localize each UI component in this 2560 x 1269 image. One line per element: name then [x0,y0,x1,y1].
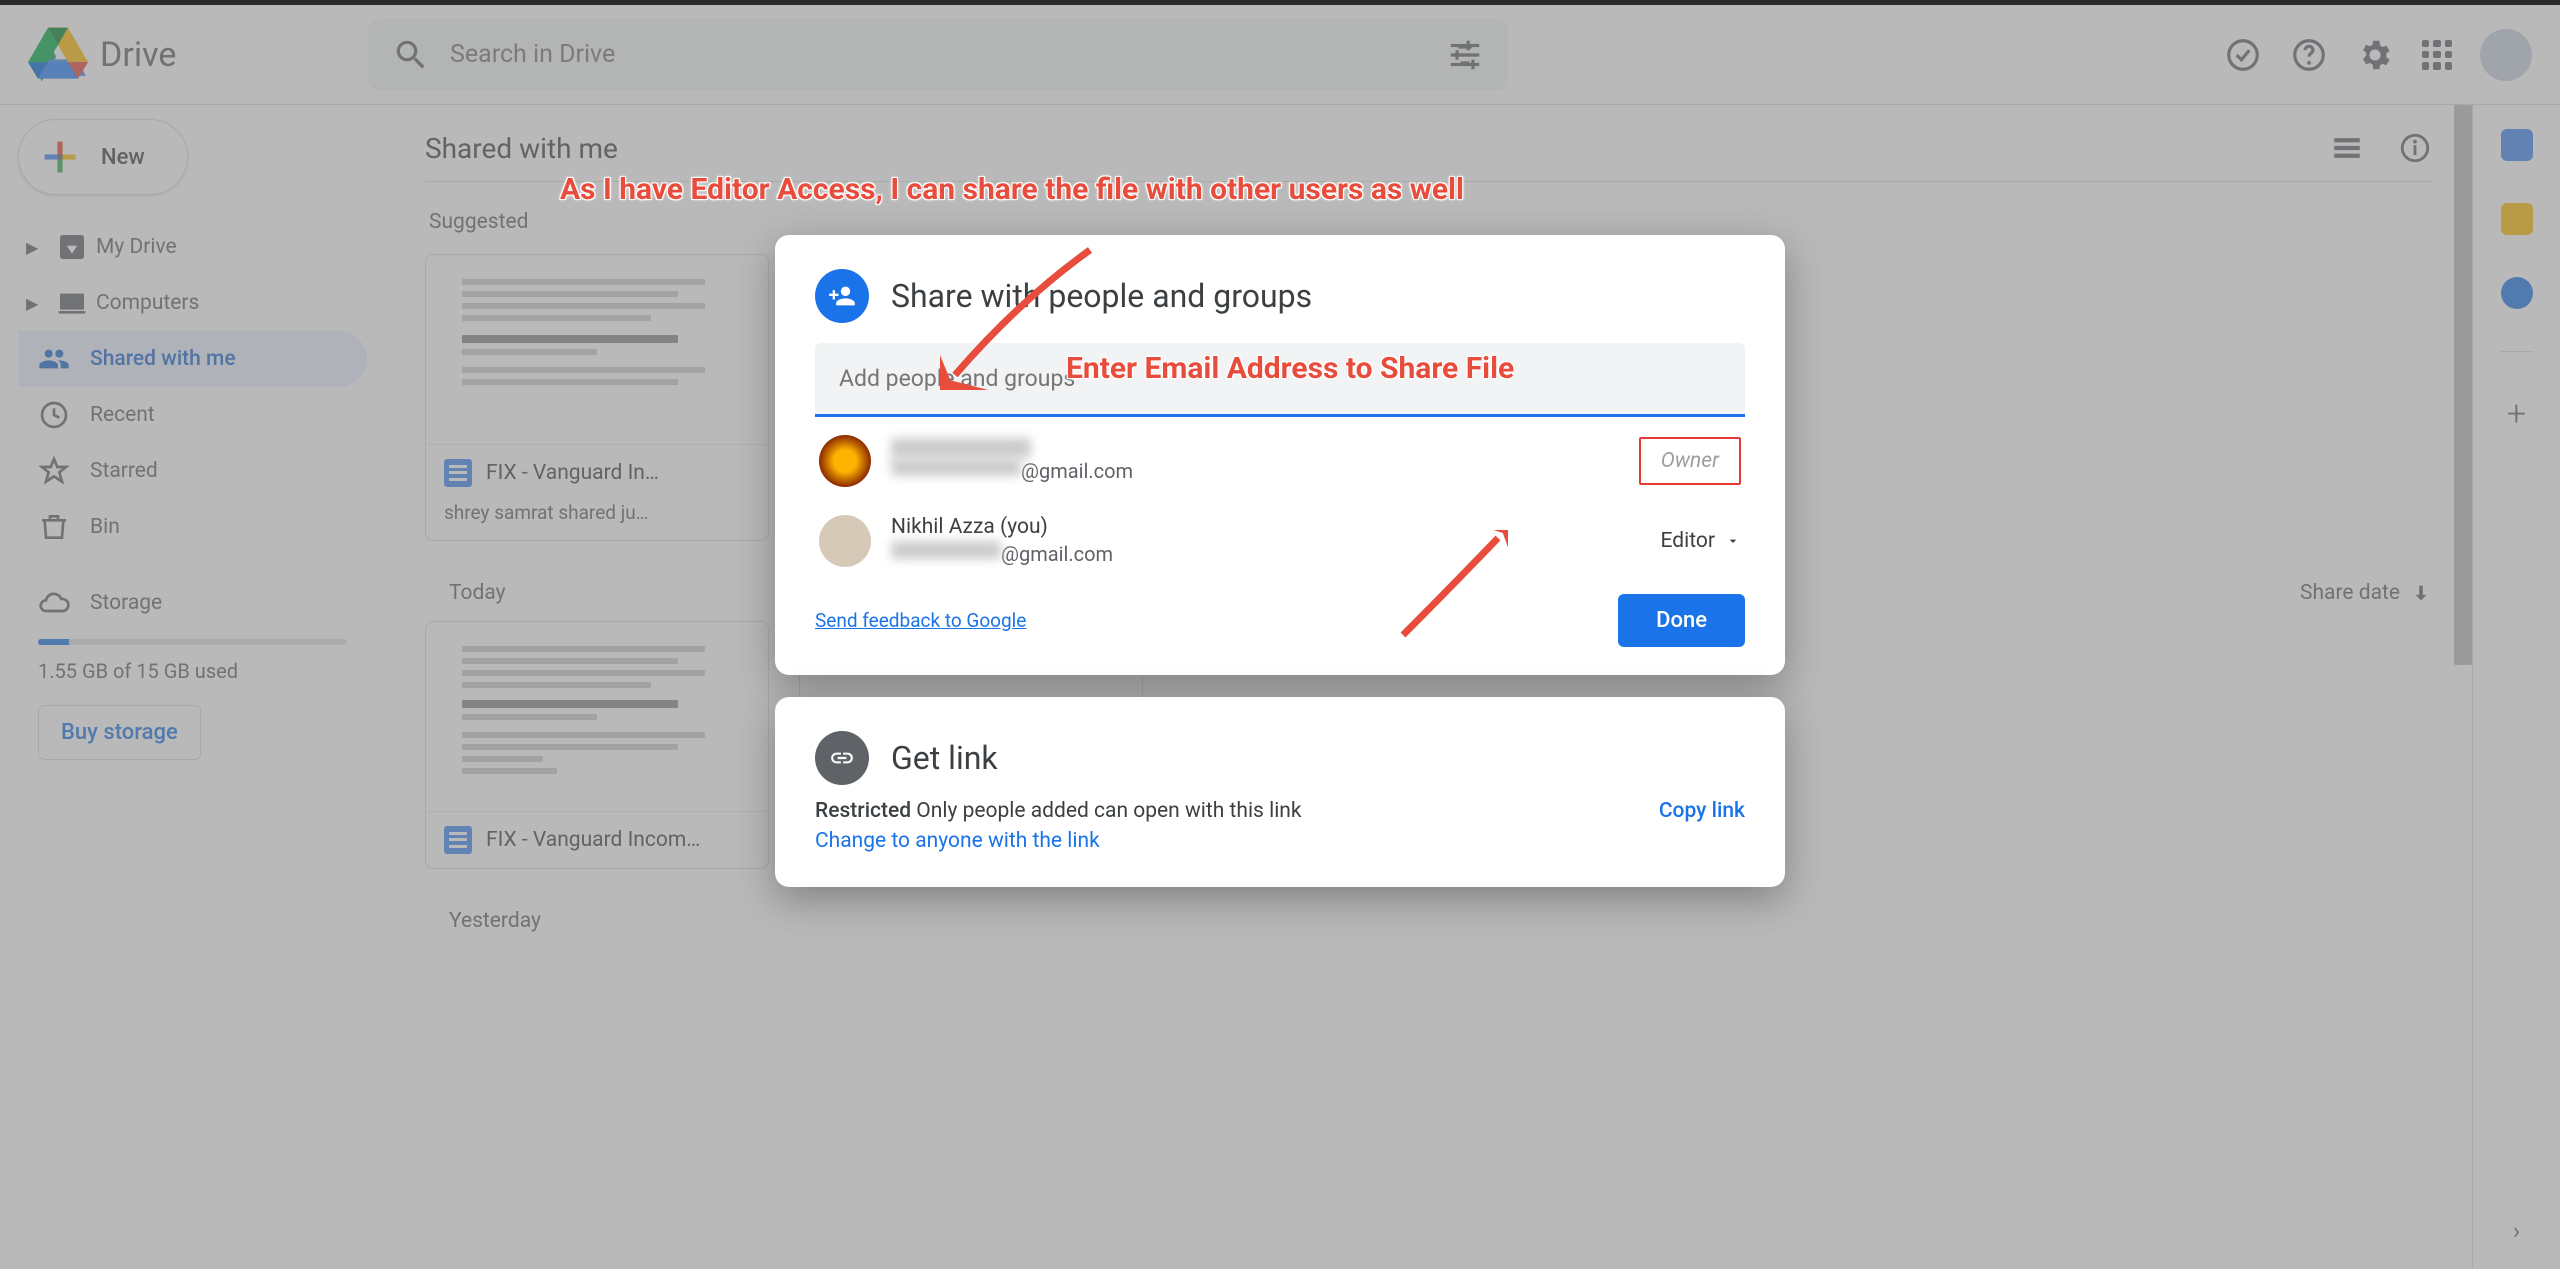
person-owner-row: hidden hidden@gmail.com Owner [815,417,1745,495]
user-avatar [819,515,871,567]
change-access-link[interactable]: Change to anyone with the link [815,829,1100,853]
send-feedback-link[interactable]: Send feedback to Google [815,609,1026,632]
link-badge-icon [815,731,869,785]
person-editor-row: Nikhil Azza (you) hidden@gmail.com Edito… [815,495,1745,576]
share-badge-icon [815,269,869,323]
share-dialog: Share with people and groups hidden hidd… [775,235,1785,675]
get-link-title: Get link [891,739,998,777]
add-people-input[interactable] [815,343,1745,417]
redacted-email: hidden [891,458,1021,476]
role-owner-label: Owner [1639,437,1741,485]
redacted-name: hidden [891,438,1031,458]
chevron-down-icon [1725,533,1741,549]
restriction-text: Restricted Only people added can open wi… [815,799,1302,823]
redacted-email: hidden [891,541,1001,559]
role-editor-dropdown[interactable]: Editor [1661,529,1741,553]
get-link-dialog: Get link Restricted Only people added ca… [775,697,1785,887]
modal-overlay: Share with people and groups hidden hidd… [0,5,2560,1269]
done-button[interactable]: Done [1618,594,1745,647]
copy-link-button[interactable]: Copy link [1659,799,1745,823]
share-dialog-title: Share with people and groups [891,277,1312,315]
user-avatar [819,435,871,487]
